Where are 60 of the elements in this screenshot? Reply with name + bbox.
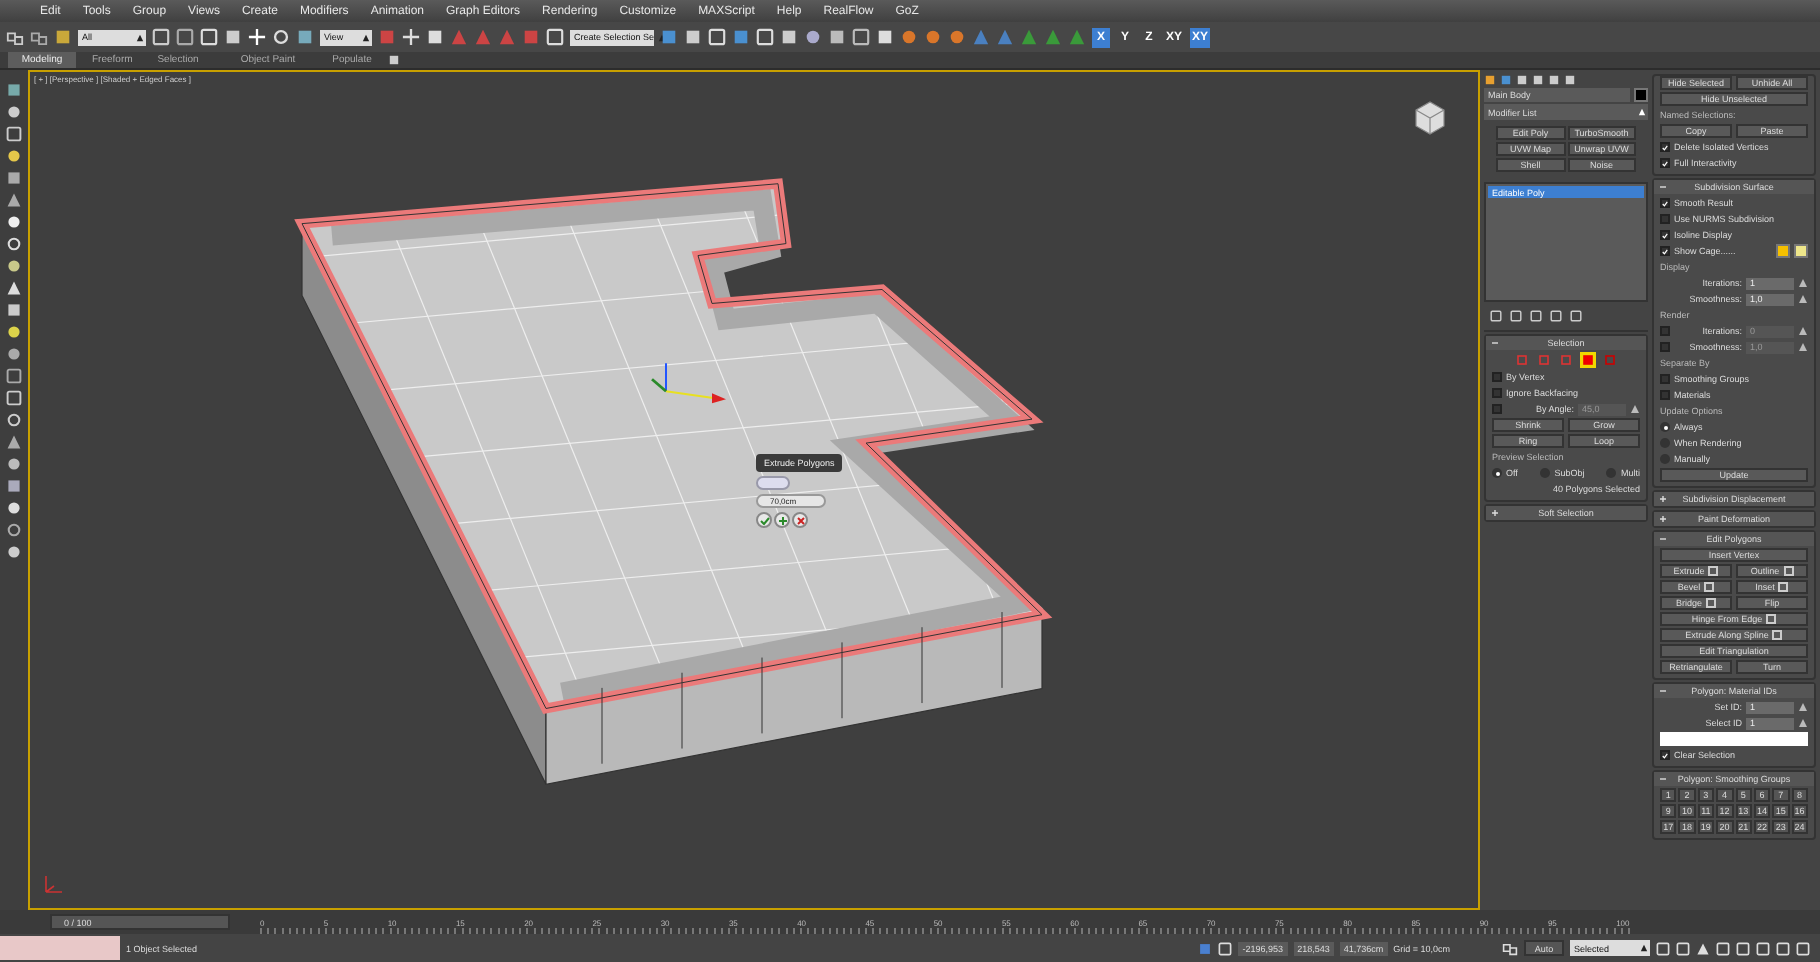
cone-icon[interactable]: [6, 280, 22, 296]
checkbox[interactable]: [1492, 388, 1502, 398]
radio-button[interactable]: [1606, 468, 1617, 478]
manipulate-icon[interactable]: [402, 28, 420, 46]
light-icon[interactable]: [6, 148, 22, 164]
sphere-icon[interactable]: [6, 258, 22, 274]
sphere-icon[interactable]: [6, 324, 22, 340]
unlink-icon[interactable]: [30, 28, 48, 46]
maxscript-listener-field[interactable]: [0, 936, 120, 960]
checkbox[interactable]: [1660, 374, 1670, 384]
move-icon[interactable]: [248, 28, 266, 46]
settings-icon[interactable]: [1783, 566, 1794, 576]
checkbox[interactable]: [1660, 246, 1670, 256]
checkbox[interactable]: [1660, 158, 1670, 168]
box-icon[interactable]: [6, 82, 22, 98]
sphere-icon[interactable]: [6, 500, 22, 516]
object-color-swatch[interactable]: [1634, 88, 1648, 102]
caret-icon[interactable]: [362, 33, 370, 41]
settings-icon[interactable]: [1766, 614, 1777, 624]
color-swatch[interactable]: [1794, 244, 1808, 258]
checkbox[interactable]: [1660, 390, 1670, 400]
axis-tripod-icon: [42, 872, 66, 896]
settings-icon[interactable]: [1706, 598, 1716, 608]
radio-button[interactable]: [1660, 422, 1670, 432]
subobject-level-icon[interactable]: [1580, 352, 1596, 368]
caret-icon[interactable]: [1638, 108, 1646, 116]
geosphere-icon[interactable]: [6, 456, 22, 472]
settings-icon[interactable]: [1704, 582, 1715, 592]
settings-icon[interactable]: [1778, 582, 1789, 592]
radio-button[interactable]: [1540, 468, 1551, 478]
box-icon[interactable]: [6, 478, 22, 494]
checkbox[interactable]: [1660, 230, 1670, 240]
transform-gizmo-icon[interactable]: [651, 362, 726, 404]
checkbox[interactable]: [1660, 198, 1670, 208]
caret-icon[interactable]: [1640, 944, 1648, 952]
sphere-icon[interactable]: [6, 104, 22, 120]
checkbox[interactable]: [1492, 372, 1502, 382]
rotate-icon[interactable]: [272, 28, 290, 46]
link-icon[interactable]: [6, 28, 24, 46]
sphere-icon[interactable]: [6, 544, 22, 560]
radio-button[interactable]: [1660, 454, 1670, 464]
viewcube-icon[interactable]: [1410, 100, 1450, 136]
color-swatch[interactable]: [1776, 244, 1790, 258]
settings-icon[interactable]: [1772, 630, 1783, 640]
caret-icon[interactable]: [136, 33, 144, 41]
dropdown-field[interactable]: [1660, 732, 1808, 746]
sphere-icon[interactable]: [6, 214, 22, 230]
pyramid-icon[interactable]: [6, 434, 22, 450]
checkbox[interactable]: [1660, 750, 1670, 760]
radio-button[interactable]: [1660, 438, 1670, 448]
checkbox[interactable]: [1660, 214, 1670, 224]
spinner-arrows-icon[interactable]: [1630, 404, 1640, 414]
checkbox[interactable]: [1660, 142, 1670, 152]
play-icon[interactable]: [1696, 941, 1710, 955]
radio-button[interactable]: [1492, 468, 1502, 478]
checkbox[interactable]: [1660, 342, 1670, 352]
checkbox[interactable]: [1660, 326, 1670, 336]
torus-icon[interactable]: [6, 522, 22, 538]
settings-icon[interactable]: [1708, 566, 1719, 576]
checkbox[interactable]: [1492, 404, 1502, 414]
